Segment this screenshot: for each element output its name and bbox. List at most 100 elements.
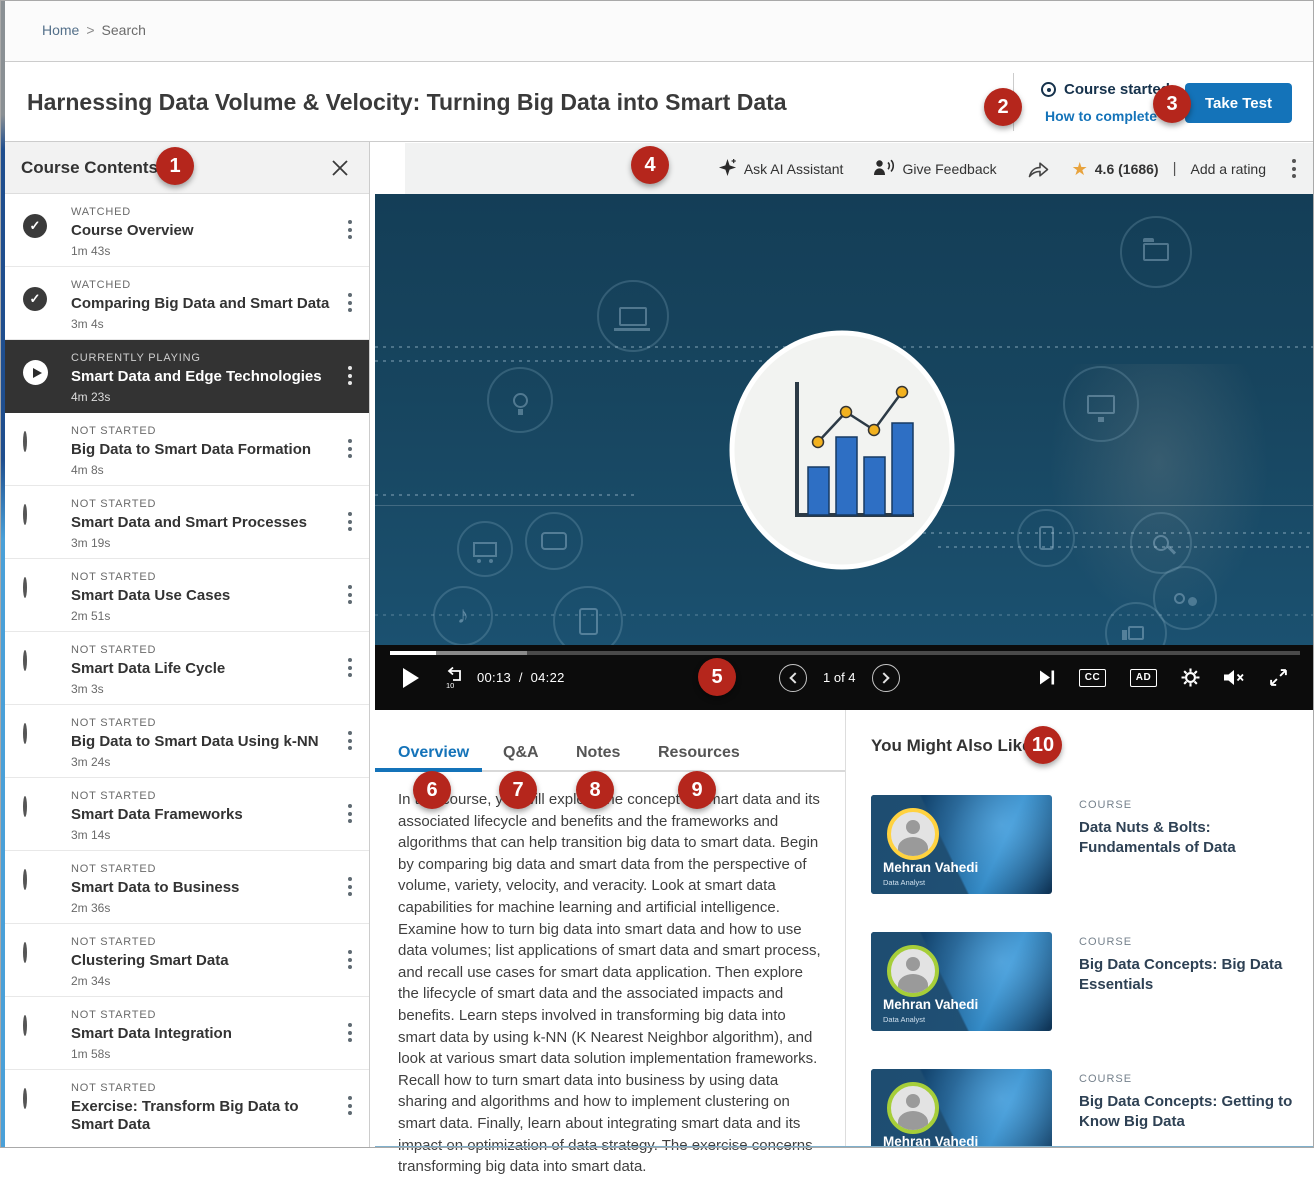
course-status: Course started: [1041, 81, 1170, 98]
tab-overview[interactable]: Overview: [398, 744, 469, 762]
bar-chart-graphic: [722, 330, 962, 570]
tablet-icon: [553, 586, 623, 645]
audio-description-button[interactable]: AD: [1130, 669, 1157, 687]
kebab-menu-icon[interactable]: [341, 352, 359, 412]
settings-gear-icon[interactable]: [1181, 668, 1200, 687]
list-item[interactable]: NOT STARTEDBig Data to Smart Data Format…: [5, 413, 369, 486]
cart-icon: [457, 521, 513, 577]
ask-ai-assistant-button[interactable]: Ask AI Assistant: [718, 158, 844, 180]
breadcrumb-home-link[interactable]: Home: [42, 22, 79, 38]
add-a-rating-button[interactable]: Add a rating: [1191, 161, 1267, 177]
callout-2: 2: [984, 88, 1022, 126]
smartphone-icon: [1017, 509, 1075, 567]
kebab-menu-icon[interactable]: [341, 206, 359, 266]
svg-text:10: 10: [446, 681, 454, 690]
list-item-currently-playing[interactable]: CURRENTLY PLAYINGSmart Data and Edge Tec…: [5, 340, 369, 413]
not-started-icon: [23, 504, 27, 525]
list-item[interactable]: ✓ WATCHEDComparing Big Data and Smart Da…: [5, 267, 369, 340]
player-toolbar: Ask AI Assistant Give Feedback ★ 4.6 (16…: [405, 143, 1314, 194]
course-thumbnail: Mehran Vahedi Data Analyst: [871, 1069, 1052, 1148]
close-icon[interactable]: [329, 157, 351, 179]
kebab-menu-icon[interactable]: [341, 1009, 359, 1069]
kebab-menu-icon[interactable]: [341, 863, 359, 923]
rewind-10-button[interactable]: 10: [443, 645, 467, 710]
list-item[interactable]: NOT STARTEDSmart Data Life Cycle3m 3s: [5, 632, 369, 705]
video-frame[interactable]: ♪: [375, 194, 1314, 645]
dotted-line: [375, 494, 638, 496]
page-navigation: 1 of 4: [779, 645, 900, 710]
callout-10: 10: [1024, 726, 1062, 764]
breadcrumb: Home > Search: [42, 22, 146, 38]
watched-check-icon: ✓: [23, 214, 47, 238]
callout-1: 1: [156, 147, 194, 185]
not-started-icon: [23, 1088, 27, 1109]
kebab-menu-icon[interactable]: [341, 498, 359, 558]
kebab-menu-icon[interactable]: [341, 279, 359, 339]
player-controls: 10 00:13 / 04:22 1 of 4 CC AD: [375, 645, 1314, 710]
kebab-menu-icon[interactable]: [341, 425, 359, 485]
next-track-icon[interactable]: [1040, 670, 1055, 685]
breadcrumb-separator: >: [86, 22, 94, 38]
kebab-menu-icon[interactable]: [341, 790, 359, 850]
tab-bar: Overview Q&A Notes Resources: [375, 736, 845, 772]
callout-8: 8: [576, 771, 614, 809]
breadcrumb-bar: Home > Search: [5, 0, 1314, 62]
list-item[interactable]: NOT STARTEDExercise: Transform Big Data …: [5, 1070, 369, 1148]
closed-captions-button[interactable]: CC: [1079, 669, 1106, 687]
recommendation-card[interactable]: Mehran Vahedi Data Analyst COURSE Big Da…: [871, 932, 1294, 1031]
music-note-icon: ♪: [433, 586, 493, 645]
breadcrumb-search-link[interactable]: Search: [102, 22, 146, 38]
volume-muted-icon[interactable]: [1224, 670, 1245, 685]
previous-page-button[interactable]: [779, 664, 807, 692]
give-feedback-button[interactable]: Give Feedback: [873, 158, 996, 179]
people-icon: [1153, 566, 1217, 630]
laptop-icon: [597, 280, 669, 352]
play-button[interactable]: [403, 645, 419, 710]
star-icon: ★: [1072, 160, 1088, 178]
tab-notes[interactable]: Notes: [576, 744, 620, 762]
take-test-button[interactable]: Take Test: [1185, 83, 1292, 123]
not-started-icon: [23, 650, 27, 671]
rating-display[interactable]: ★ 4.6 (1686): [1072, 160, 1159, 178]
kebab-menu-icon[interactable]: [341, 717, 359, 777]
kebab-menu-icon[interactable]: [341, 571, 359, 631]
watched-check-icon: ✓: [23, 287, 47, 311]
next-page-button[interactable]: [872, 664, 900, 692]
list-item[interactable]: NOT STARTEDSmart Data Integration1m 58s: [5, 997, 369, 1070]
page-indicator: 1 of 4: [823, 670, 856, 685]
recommendation-card[interactable]: Mehran Vahedi Data Analyst COURSE Data N…: [871, 795, 1294, 894]
kebab-menu-icon[interactable]: [341, 644, 359, 704]
course-contents-sidebar: Course Contents ✓ WATCHEDCourse Overview…: [5, 142, 370, 1148]
how-to-complete-link[interactable]: How to complete: [1045, 108, 1157, 124]
list-item[interactable]: NOT STARTEDSmart Data to Business2m 36s: [5, 851, 369, 924]
kebab-menu-icon[interactable]: [341, 936, 359, 996]
tab-qa[interactable]: Q&A: [503, 744, 539, 762]
kebab-menu-icon[interactable]: [341, 1082, 359, 1148]
feedback-person-icon: [873, 158, 895, 179]
time-display: 00:13 / 04:22: [477, 645, 565, 710]
not-started-icon: [23, 942, 27, 963]
course-thumbnail: Mehran Vahedi Data Analyst: [871, 795, 1052, 894]
page-title: Harnessing Data Volume & Velocity: Turni…: [27, 89, 787, 116]
list-item[interactable]: NOT STARTEDBig Data to Smart Data Using …: [5, 705, 369, 778]
list-item[interactable]: NOT STARTEDClustering Smart Data2m 34s: [5, 924, 369, 997]
fullscreen-icon[interactable]: [1269, 668, 1288, 687]
share-icon[interactable]: [1027, 159, 1050, 178]
folder-icon: [1120, 216, 1192, 288]
tab-resources[interactable]: Resources: [658, 744, 740, 762]
list-item[interactable]: ✓ WATCHEDCourse Overview1m 43s: [5, 194, 369, 267]
course-thumbnail: Mehran Vahedi Data Analyst: [871, 932, 1052, 1031]
search-icon: [1130, 512, 1192, 574]
not-started-icon: [23, 577, 27, 598]
monitor-icon: [1063, 366, 1139, 442]
rating-value: 4.6 (1686): [1095, 161, 1159, 177]
overview-description: In this course, you will explore the con…: [398, 789, 824, 1178]
course-started-icon: [1041, 82, 1056, 97]
recommendation-card[interactable]: Mehran Vahedi Data Analyst COURSE Big Da…: [871, 1069, 1294, 1148]
callout-6: 6: [413, 771, 451, 809]
toolbar-kebab-menu-icon[interactable]: [1292, 156, 1296, 182]
list-item[interactable]: NOT STARTEDSmart Data Frameworks3m 14s: [5, 778, 369, 851]
list-item[interactable]: NOT STARTEDSmart Data Use Cases2m 51s: [5, 559, 369, 632]
recommendations-panel: You Might Also Like Mehran Vahedi Data A…: [845, 710, 1314, 1148]
list-item[interactable]: NOT STARTEDSmart Data and Smart Processe…: [5, 486, 369, 559]
